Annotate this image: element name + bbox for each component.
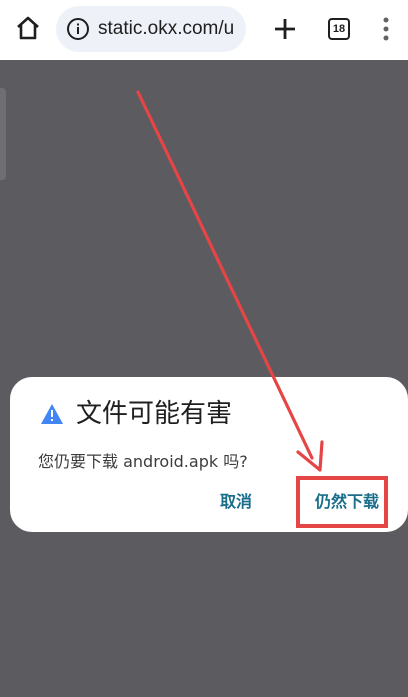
tab-switcher-button[interactable]: 18 <box>328 18 350 40</box>
dialog-message: 您仍要下载 android.apk 吗? <box>38 452 248 471</box>
address-bar[interactable]: static.okx.com/u <box>56 6 246 52</box>
annotation-highlight-box <box>296 476 388 528</box>
info-icon[interactable] <box>66 17 90 41</box>
cancel-button[interactable]: 取消 <box>220 491 252 513</box>
more-vert-icon <box>383 17 389 41</box>
menu-button[interactable] <box>378 14 394 44</box>
annotation-arrow <box>136 90 324 472</box>
dialog-title: 文件可能有害 <box>76 399 233 429</box>
new-tab-button[interactable] <box>268 12 302 46</box>
home-button[interactable] <box>12 12 44 44</box>
warning-icon <box>41 404 63 424</box>
home-icon <box>17 16 39 40</box>
plus-icon <box>275 19 295 39</box>
browser-toolbar: static.okx.com/u 18 <box>0 0 408 60</box>
page-edge-handle <box>0 88 6 180</box>
url-text: static.okx.com/u <box>98 18 235 39</box>
